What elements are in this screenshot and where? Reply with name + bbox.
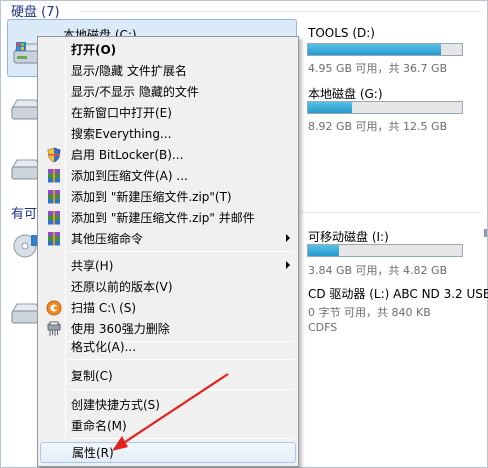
annotation-arrow-shaft [121, 373, 229, 445]
annotation-arrow [112, 373, 229, 451]
annotation-arrow-head [112, 436, 128, 451]
